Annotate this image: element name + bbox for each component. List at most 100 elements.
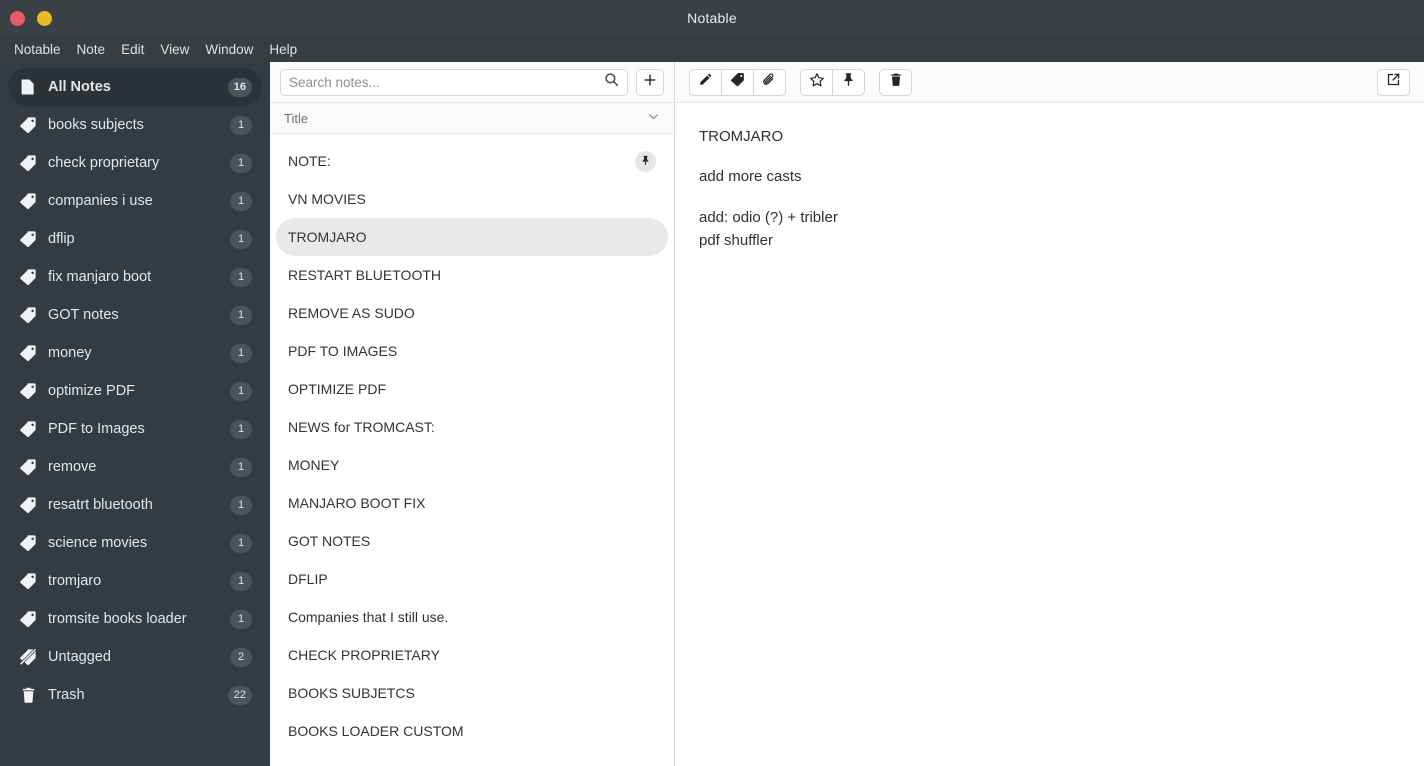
editor-panel: TROMJARO add more casts add: odio (?) + tr… <box>675 62 1424 766</box>
title-bar: Notable <box>0 0 1424 36</box>
sidebar-item-label: Untagged <box>48 649 111 665</box>
tag-slash-icon <box>18 648 38 666</box>
note-list-item[interactable]: TROMJARO <box>276 218 668 256</box>
sidebar-item-label: science movies <box>48 535 148 551</box>
sidebar-item-remove[interactable]: remove 1 <box>8 448 262 486</box>
editor-paragraph: add: odio (?) + tribler pdf shuffler <box>699 206 1400 253</box>
sidebar-item-dflip[interactable]: dflip 1 <box>8 220 262 258</box>
sidebar-item-tromsite-books-loader[interactable]: tromsite books loader 1 <box>8 600 262 638</box>
tag-icon <box>18 496 38 514</box>
close-window-button[interactable] <box>10 10 25 26</box>
sidebar-item-all-notes[interactable]: All Notes 16 <box>8 68 262 106</box>
note-list-item[interactable]: REMOVE AS SUDO <box>276 294 668 332</box>
sidebar-item-count: 1 <box>230 571 252 591</box>
sidebar-item-count: 1 <box>230 343 252 363</box>
note-list-item[interactable]: NOTE: <box>276 142 668 180</box>
note-title: REMOVE AS SUDO <box>288 305 415 321</box>
sidebar-item-tromjaro[interactable]: tromjaro 1 <box>8 562 262 600</box>
new-note-button[interactable] <box>636 68 664 96</box>
note-list-item[interactable]: BOOKS SUBJETCS <box>276 674 668 712</box>
search-bar <box>270 62 674 103</box>
sidebar-item-resatrt-bluetooth[interactable]: resatrt bluetooth 1 <box>8 486 262 524</box>
note-list-item[interactable]: MANJARO BOOT FIX <box>276 484 668 522</box>
editor-line: TROMJARO <box>699 128 784 145</box>
note-title: TROMJARO <box>288 229 367 245</box>
sidebar-item-books-subjects[interactable]: books subjects 1 <box>8 106 262 144</box>
edit-note-button[interactable] <box>689 68 722 96</box>
sidebar-item-check-proprietary[interactable]: check proprietary 1 <box>8 144 262 182</box>
window-title: Notable <box>687 10 737 26</box>
sort-bar[interactable]: Title <box>270 103 674 134</box>
sidebar-item-label: resatrt bluetooth <box>48 497 153 513</box>
attachments-button[interactable] <box>753 68 786 96</box>
note-list-item[interactable]: CHECK PROPRIETARY <box>276 636 668 674</box>
sidebar-item-optimize-pdf[interactable]: optimize PDF 1 <box>8 372 262 410</box>
note-title: BOOKS LOADER CUSTOM <box>288 723 464 739</box>
open-in-new-window-button[interactable] <box>1377 68 1410 96</box>
favorite-button[interactable] <box>800 68 833 96</box>
sidebar-item-label: remove <box>48 459 97 475</box>
note-list-item[interactable]: BOOKS LOADER CUSTOM <box>276 712 668 750</box>
sidebar-item-fix-manjaro-boot[interactable]: fix manjaro boot 1 <box>8 258 262 296</box>
note-list-panel: Title NOTE: VN MOVIES TROMJARO RESTART BLUE… <box>270 62 675 766</box>
note-list-item[interactable]: PDF TO IMAGES <box>276 332 668 370</box>
sidebar-item-count: 1 <box>230 153 252 173</box>
note-tags-button[interactable] <box>721 68 754 96</box>
tag-icon <box>18 306 38 324</box>
note-title: PDF TO IMAGES <box>288 343 398 359</box>
note-list-item[interactable]: RESTART BLUETOOTH <box>276 256 668 294</box>
tag-icon <box>18 534 38 552</box>
tag-icon <box>730 72 745 92</box>
star-icon <box>809 72 825 93</box>
sidebar-item-pdf-to-images[interactable]: PDF to Images 1 <box>8 410 262 448</box>
menu-item-note[interactable]: Note <box>69 39 114 60</box>
notable-app-window: Notable Notable Note Edit View Window He… <box>0 0 1424 766</box>
menu-item-help[interactable]: Help <box>261 39 305 60</box>
sidebar-item-label: tromsite books loader <box>48 611 187 627</box>
menu-item-view[interactable]: View <box>152 39 197 60</box>
note-title: NEWS for TROMCAST: <box>288 419 435 435</box>
window-controls <box>0 10 52 26</box>
sidebar-item-count: 1 <box>230 533 252 553</box>
note-title: VN MOVIES <box>288 191 366 207</box>
search-input[interactable] <box>289 74 604 90</box>
sidebar-item-trash[interactable]: Trash 22 <box>8 676 262 714</box>
editor-line: add more casts <box>699 168 802 186</box>
search-field-wrapper[interactable] <box>280 68 628 96</box>
note-list-item[interactable]: GOT NOTES <box>276 522 668 560</box>
pinned-badge[interactable] <box>635 150 656 172</box>
editor-content[interactable]: TROMJARO add more casts add: odio (?) + tr… <box>675 103 1424 766</box>
tag-icon <box>18 154 38 172</box>
sidebar-item-label: All Notes <box>48 79 111 95</box>
note-list-item[interactable]: NEWS for TROMCAST: <box>276 408 668 446</box>
note-title: DFLIP <box>288 571 328 587</box>
menu-item-window[interactable]: Window <box>197 39 261 60</box>
delete-note-button[interactable] <box>879 68 912 96</box>
note-title: Companies that I still use. <box>288 609 449 625</box>
sidebar-item-untagged[interactable]: Untagged 2 <box>8 638 262 676</box>
editor-toolbar-group-primary <box>689 68 786 96</box>
sidebar-item-science-movies[interactable]: science movies 1 <box>8 524 262 562</box>
menu-item-notable[interactable]: Notable <box>6 39 69 60</box>
sidebar-item-label: books subjects <box>48 117 144 133</box>
sidebar-item-label: companies i use <box>48 193 153 209</box>
sidebar-item-count: 1 <box>230 381 252 401</box>
pin-button[interactable] <box>832 68 865 96</box>
sidebar-item-got-notes[interactable]: GOT notes 1 <box>8 296 262 334</box>
minimize-window-button[interactable] <box>37 10 52 26</box>
sidebar-item-companies-i-use[interactable]: companies i use 1 <box>8 182 262 220</box>
sidebar-item-count: 1 <box>230 229 252 249</box>
note-list-item[interactable]: Companies that I still use. <box>276 598 668 636</box>
note-list-item[interactable]: OPTIMIZE PDF <box>276 370 668 408</box>
document-icon <box>18 78 38 96</box>
note-list-item[interactable]: DFLIP <box>276 560 668 598</box>
editor-toolbar-group-delete <box>879 68 912 96</box>
chevron-down-icon[interactable] <box>647 110 660 126</box>
note-list-item[interactable]: VN MOVIES <box>276 180 668 218</box>
note-title: NOTE: <box>288 153 331 169</box>
note-list-item[interactable]: MONEY <box>276 446 668 484</box>
sidebar-item-money[interactable]: money 1 <box>8 334 262 372</box>
search-icon <box>604 72 619 92</box>
note-title: BOOKS SUBJETCS <box>288 685 415 701</box>
menu-item-edit[interactable]: Edit <box>113 39 152 60</box>
